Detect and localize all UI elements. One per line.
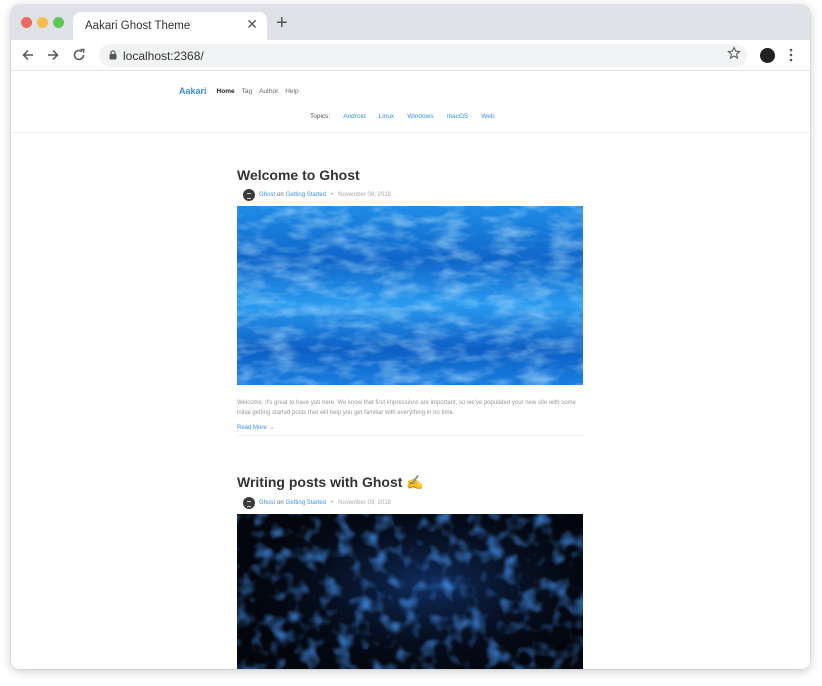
forward-arrow-icon[interactable] [45, 47, 61, 63]
post-meta-on: on [277, 500, 284, 506]
author-avatar[interactable] [243, 189, 255, 201]
lock-icon [109, 50, 117, 60]
site-brand[interactable]: Aakari [179, 86, 207, 96]
topic-windows[interactable]: Windows [407, 113, 433, 120]
tab-title: Aakari Ghost Theme [85, 20, 191, 32]
post-author-link[interactable]: Ghost [259, 500, 275, 506]
post-date: November 09, 2018 [338, 500, 391, 506]
bookmark-star-icon[interactable] [727, 46, 741, 60]
author-avatar[interactable] [243, 497, 255, 509]
post-title[interactable]: Welcome to Ghost [237, 167, 583, 183]
reload-icon[interactable] [71, 47, 87, 63]
maximize-window-button[interactable] [53, 17, 64, 28]
nav-tag[interactable]: Tag [242, 88, 252, 95]
post-title[interactable]: Writing posts with Ghost ✍️ [237, 474, 583, 491]
meta-separator: • [331, 192, 334, 198]
kebab-menu-icon[interactable] [789, 48, 793, 62]
topic-linux[interactable]: Linux [379, 113, 395, 120]
tab-close-icon[interactable]: ✕ [246, 17, 258, 31]
post-tag-link[interactable]: Getting Started [286, 192, 326, 198]
post-feature-image-water[interactable] [237, 206, 583, 385]
post-date: November 09, 2018 [338, 192, 391, 198]
post-author-link[interactable]: Ghost [259, 192, 275, 198]
post-meta: Ghost on Getting Started • November 09, … [237, 188, 583, 202]
post-card: Writing posts with Ghost ✍️ Ghost on Get… [237, 474, 583, 669]
site-nav: Aakari Home Tag Author Help [179, 84, 306, 98]
post-divider [237, 435, 583, 436]
minimize-window-button[interactable] [37, 17, 48, 28]
browser-toolbar: localhost:2368/ [11, 40, 810, 71]
address-bar[interactable]: localhost:2368/ [99, 44, 747, 67]
tab-strip: Aakari Ghost Theme ✕ + [11, 5, 810, 40]
profile-avatar[interactable] [760, 48, 775, 63]
web-page: Aakari Home Tag Author Help Topics: Andr… [11, 71, 810, 669]
post-meta-on: on [277, 192, 284, 198]
browser-window: Aakari Ghost Theme ✕ + localhost:2368/ A… [11, 5, 810, 669]
post-meta: Ghost on Getting Started • November 09, … [237, 496, 583, 510]
topics-bar: Topics: Android Linux Windows macOS Web [310, 113, 507, 120]
post-card: Welcome to Ghost Ghost on Getting Starte… [237, 167, 583, 436]
new-tab-button[interactable]: + [276, 13, 288, 33]
topics-label: Topics: [310, 113, 331, 120]
nav-help[interactable]: Help [285, 88, 298, 95]
browser-tab[interactable]: Aakari Ghost Theme ✕ [73, 12, 267, 40]
topic-web[interactable]: Web [481, 113, 494, 120]
post-tag-link[interactable]: Getting Started [286, 500, 326, 506]
url-text: localhost:2368/ [123, 49, 204, 63]
post-excerpt: Welcome, it's great to have you here. We… [237, 400, 576, 416]
read-more-link[interactable]: Read More → [237, 425, 583, 431]
nav-home[interactable]: Home [217, 88, 235, 95]
topic-android[interactable]: Android [343, 113, 365, 120]
topic-macos[interactable]: macOS [447, 113, 469, 120]
post-feature-image-flowers[interactable] [237, 514, 583, 669]
nav-author[interactable]: Author [259, 88, 278, 95]
meta-separator: • [331, 500, 334, 506]
close-window-button[interactable] [21, 17, 32, 28]
back-arrow-icon[interactable] [20, 47, 36, 63]
header-divider [11, 132, 810, 133]
